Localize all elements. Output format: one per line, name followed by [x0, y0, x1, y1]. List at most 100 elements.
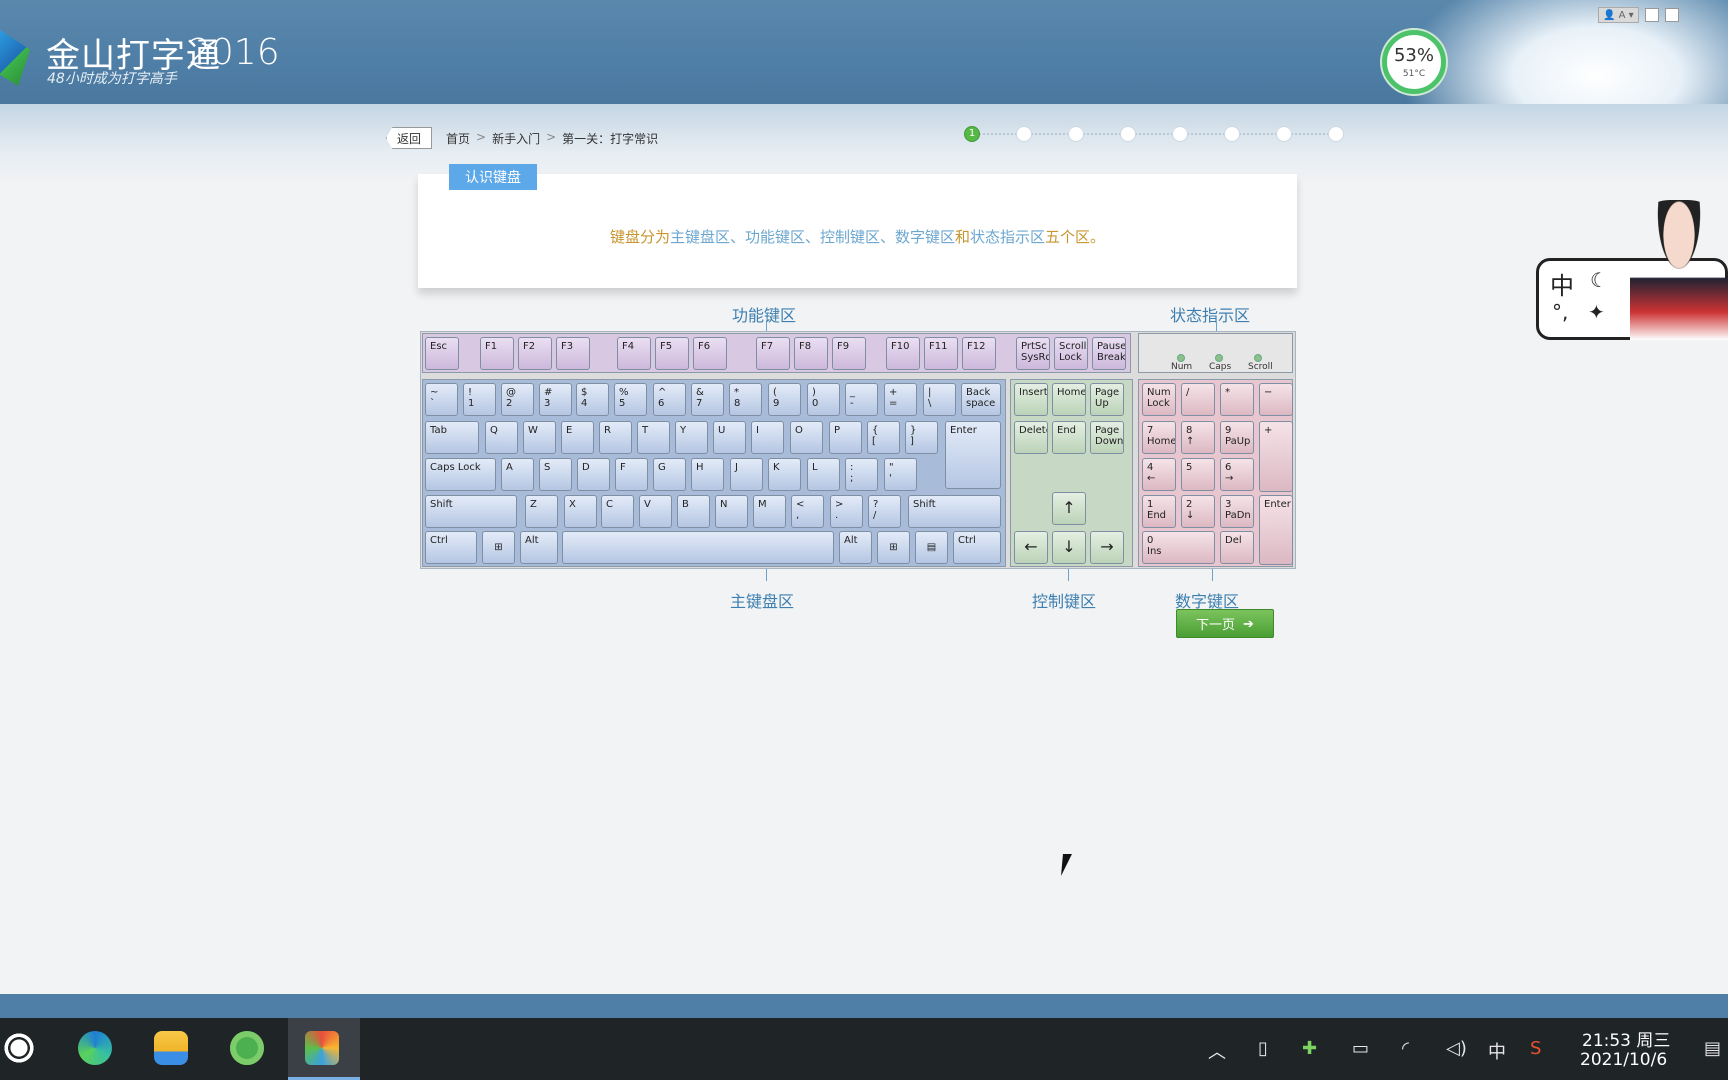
key-#: # 3: [539, 383, 572, 416]
security-icon[interactable]: ✚: [1302, 1038, 1317, 1059]
lesson-text-part: 五个区。: [1045, 228, 1106, 246]
breadcrumb-beginner[interactable]: 新手入门: [492, 130, 540, 147]
key-!: ! 1: [463, 383, 496, 416]
numpad-key: 6 →: [1220, 458, 1254, 491]
numpad-key: Num Lock: [1142, 383, 1176, 416]
progress-step: [1120, 126, 1136, 142]
key-page: Page Down: [1090, 421, 1124, 454]
wifi-icon[interactable]: ◜: [1402, 1038, 1409, 1059]
key-f3: F3: [556, 337, 590, 370]
back-button[interactable]: 返回: [386, 127, 432, 149]
ime-mode-indicator[interactable]: 中: [1550, 266, 1574, 301]
user-label: A: [1618, 9, 1626, 21]
app-year: 2016: [188, 32, 280, 73]
next-page-label: 下一页: [1196, 617, 1236, 632]
numpad-key: −: [1259, 383, 1293, 416]
progress-step: [1172, 126, 1188, 142]
numpad-key: 1 End: [1142, 495, 1176, 528]
leader-line: [1068, 569, 1069, 581]
windows-key-icon: ⊞: [482, 531, 515, 564]
numpad-key: *: [1220, 383, 1254, 416]
key-x: X: [564, 495, 597, 528]
start-icon[interactable]: [2, 1031, 36, 1065]
ime-indicator[interactable]: 中: [1488, 1038, 1506, 1064]
key-y: Y: [675, 421, 708, 454]
key-pause: Pause Break: [1092, 337, 1126, 370]
ie-icon[interactable]: [230, 1031, 264, 1065]
key-_: _ -: [845, 383, 878, 416]
indicator-light: [1177, 354, 1185, 362]
key-shift: Shift: [908, 495, 1001, 528]
chevron-up-icon[interactable]: ︿: [1208, 1038, 1226, 1064]
mascot-avatar: [1630, 200, 1728, 340]
key-@: @ 2: [501, 383, 534, 416]
key-o: O: [790, 421, 823, 454]
key-f: F: [615, 458, 648, 491]
clock-time[interactable]: 21:53 周三: [1582, 1026, 1670, 1051]
cpu-gauge[interactable]: 53% 51°C: [1382, 30, 1446, 94]
progress-step: [1068, 126, 1084, 142]
key-page: Page Up: [1090, 383, 1124, 416]
key-f7: F7: [756, 337, 790, 370]
key-ctrl: Ctrl: [953, 531, 1001, 564]
file-explorer-icon[interactable]: [154, 1031, 188, 1065]
key-esc: Esc: [425, 337, 459, 370]
clock-date[interactable]: 2021/10/6: [1580, 1050, 1667, 1070]
key-enter: Enter: [945, 421, 1001, 489]
key-f6: F6: [693, 337, 727, 370]
key-insert: Insert: [1014, 383, 1048, 416]
key-:: : ;: [845, 458, 878, 491]
volume-icon[interactable]: ◁): [1446, 1038, 1467, 1059]
lesson-text-part: 和: [954, 228, 970, 246]
key-): ) 0: [807, 383, 840, 416]
indicator-label: Scroll: [1248, 362, 1273, 372]
menu-key-icon: ▤: [915, 531, 948, 564]
indicator-light: [1254, 354, 1262, 362]
progress-step: 1: [964, 126, 980, 142]
numpad-key: Enter: [1259, 495, 1293, 565]
numpad-key: 8 ↑: [1181, 421, 1215, 454]
numpad-key: +: [1259, 421, 1293, 492]
key-l: L: [807, 458, 840, 491]
doc-icon[interactable]: [1644, 8, 1659, 22]
numpad-key: 9 PaUp: [1220, 421, 1254, 454]
gauge-temperature: 51°C: [1402, 69, 1426, 79]
battery-icon[interactable]: ▭: [1352, 1038, 1369, 1059]
key-*: * 8: [729, 383, 762, 416]
edge-icon[interactable]: [78, 1031, 112, 1065]
butterfly-icon[interactable]: ✦: [1588, 300, 1605, 324]
punctuation-indicator[interactable]: °,: [1552, 300, 1568, 324]
key-d: D: [577, 458, 610, 491]
notification-icon[interactable]: ▤: [1704, 1038, 1721, 1059]
key-f12: F12: [962, 337, 996, 370]
breadcrumb-separator: >: [476, 130, 487, 144]
key-g: G: [653, 458, 686, 491]
progress-step: [1328, 126, 1344, 142]
numpad-key: 3 PaDn: [1220, 495, 1254, 528]
key-alt: Alt: [839, 531, 872, 564]
phone-icon[interactable]: ▯: [1258, 1038, 1268, 1059]
numpad-key: /: [1181, 383, 1215, 416]
windows-key-icon: ⊞: [877, 531, 910, 564]
key-+: + =: [884, 383, 917, 416]
key-?: ? /: [868, 495, 901, 528]
key-f9: F9: [832, 337, 866, 370]
next-page-button[interactable]: 下一页 ➔: [1176, 609, 1274, 638]
key-f5: F5: [655, 337, 689, 370]
indicator-label: Num: [1171, 362, 1193, 372]
user-menu-button[interactable]: 👤 A ▾: [1598, 7, 1639, 23]
sogou-ime-icon[interactable]: S: [1530, 1038, 1541, 1059]
breadcrumb-home[interactable]: 首页: [446, 130, 470, 147]
skin-icon[interactable]: [1664, 8, 1679, 22]
numpad-key: 2 ↓: [1181, 495, 1215, 528]
arrow-right-icon: ➔: [1243, 615, 1254, 631]
header-band: [0, 104, 1728, 184]
indicator-light: [1215, 354, 1223, 362]
key-(: ( 9: [768, 383, 801, 416]
typing-app-icon[interactable]: [305, 1031, 339, 1065]
key-t: T: [637, 421, 670, 454]
key-↑: ↑: [1052, 492, 1086, 525]
key-}: } ]: [905, 421, 938, 454]
moon-icon[interactable]: ☾: [1590, 268, 1608, 292]
key-tab: Tab: [425, 421, 479, 454]
